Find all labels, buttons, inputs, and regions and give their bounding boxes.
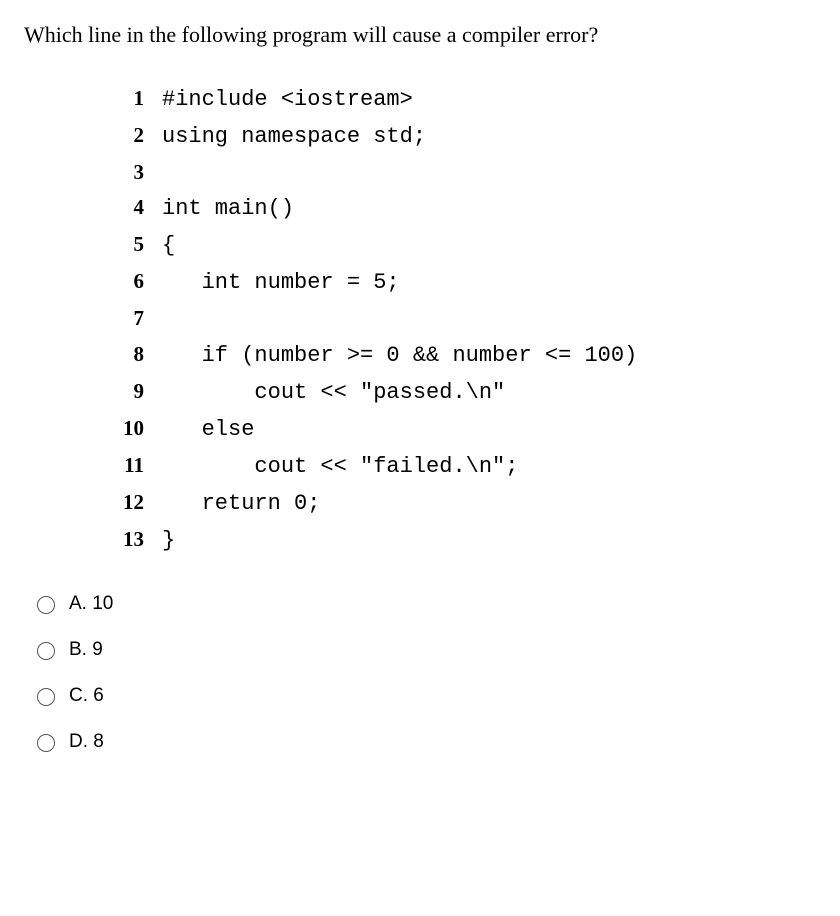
code-line: 6 int number = 5; xyxy=(104,266,816,299)
code-text: } xyxy=(162,524,175,557)
line-number: 4 xyxy=(104,192,162,224)
line-number: 12 xyxy=(104,487,162,519)
question-text: Which line in the following program will… xyxy=(24,20,816,51)
code-text: { xyxy=(162,229,175,262)
option-b[interactable]: B. 9 xyxy=(32,639,816,661)
code-line: 7 xyxy=(104,303,816,335)
option-label: C. 6 xyxy=(69,685,104,707)
code-block: 1 #include <iostream> 2 using namespace … xyxy=(104,83,816,557)
code-text: cout << "passed.\n" xyxy=(162,376,505,409)
option-label: D. 8 xyxy=(69,731,104,753)
line-number: 1 xyxy=(104,83,162,115)
line-number: 11 xyxy=(104,450,162,482)
line-number: 13 xyxy=(104,524,162,556)
code-text: return 0; xyxy=(162,487,320,520)
code-text: using namespace std; xyxy=(162,120,426,153)
option-a[interactable]: A. 10 xyxy=(32,593,816,615)
code-text: int main() xyxy=(162,192,294,225)
line-number: 10 xyxy=(104,413,162,445)
radio-b[interactable] xyxy=(37,642,55,660)
radio-a[interactable] xyxy=(37,596,55,614)
radio-d[interactable] xyxy=(37,734,55,752)
code-line: 12 return 0; xyxy=(104,487,816,520)
code-line: 2 using namespace std; xyxy=(104,120,816,153)
code-text: #include <iostream> xyxy=(162,83,413,116)
code-text: cout << "failed.\n"; xyxy=(162,450,518,483)
line-number: 2 xyxy=(104,120,162,152)
option-label: A. 10 xyxy=(69,593,113,615)
code-line: 11 cout << "failed.\n"; xyxy=(104,450,816,483)
code-line: 8 if (number >= 0 && number <= 100) xyxy=(104,339,816,372)
line-number: 6 xyxy=(104,266,162,298)
code-text: if (number >= 0 && number <= 100) xyxy=(162,339,637,372)
code-line: 9 cout << "passed.\n" xyxy=(104,376,816,409)
code-text: else xyxy=(162,413,254,446)
line-number: 5 xyxy=(104,229,162,261)
code-line: 3 xyxy=(104,157,816,189)
code-line: 5 { xyxy=(104,229,816,262)
option-c[interactable]: C. 6 xyxy=(32,685,816,707)
code-line: 10 else xyxy=(104,413,816,446)
options-group: A. 10 B. 9 C. 6 D. 8 xyxy=(32,593,816,753)
line-number: 9 xyxy=(104,376,162,408)
line-number: 7 xyxy=(104,303,162,335)
option-label: B. 9 xyxy=(69,639,103,661)
option-d[interactable]: D. 8 xyxy=(32,731,816,753)
line-number: 8 xyxy=(104,339,162,371)
code-line: 4 int main() xyxy=(104,192,816,225)
code-line: 1 #include <iostream> xyxy=(104,83,816,116)
line-number: 3 xyxy=(104,157,162,189)
radio-c[interactable] xyxy=(37,688,55,706)
code-line: 13 } xyxy=(104,524,816,557)
code-text: int number = 5; xyxy=(162,266,400,299)
